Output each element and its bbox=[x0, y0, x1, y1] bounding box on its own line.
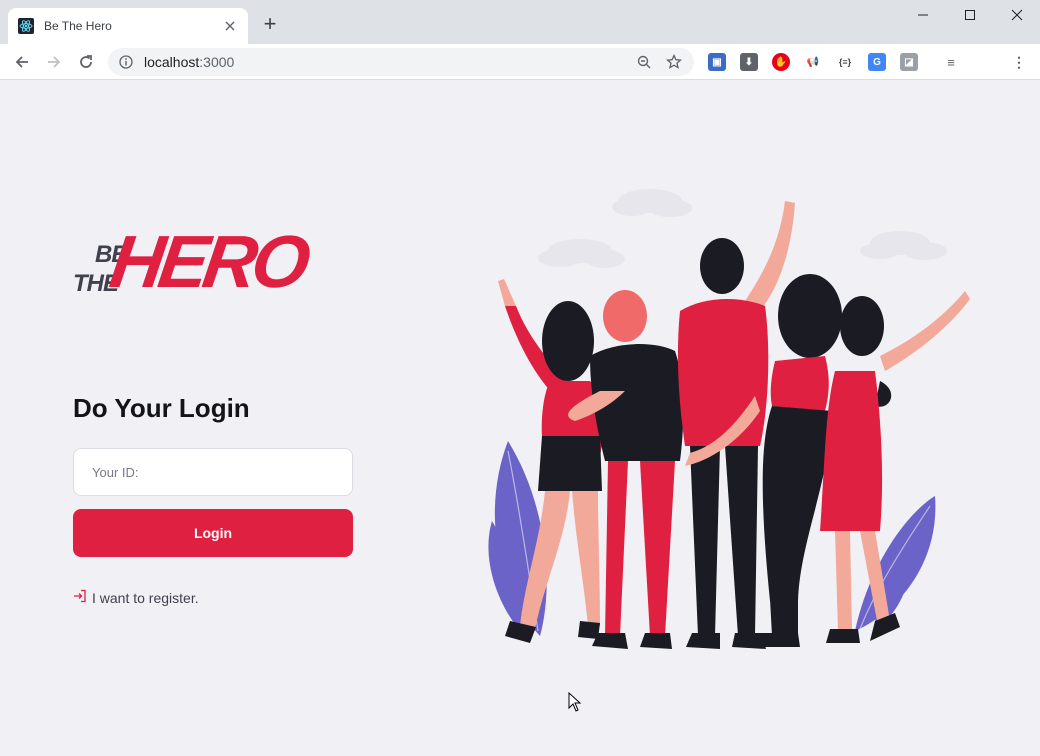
browser-toolbar: localhost:3000 ▣ ⬇ ✋ 📢 {≡} G ◪ ≡ L ⋮ bbox=[0, 44, 1040, 116]
extension-6-icon[interactable]: G bbox=[868, 53, 886, 71]
forward-arrow-icon[interactable] bbox=[42, 50, 66, 74]
react-icon bbox=[18, 18, 34, 34]
close-window-icon[interactable] bbox=[994, 0, 1040, 30]
page-title: Do Your Login bbox=[73, 393, 250, 423]
info-icon[interactable] bbox=[118, 54, 134, 70]
media-playlist-icon[interactable]: ≡ bbox=[942, 53, 960, 71]
extension-2-icon[interactable]: ⬇ bbox=[740, 53, 758, 71]
menu-dots-icon[interactable]: ⋮ bbox=[1010, 53, 1028, 71]
extension-5-icon[interactable]: {≡} bbox=[836, 53, 854, 71]
star-icon[interactable] bbox=[664, 52, 684, 72]
register-link-label: I want to register. bbox=[92, 590, 199, 606]
be-the-hero-logo: BE THE HERO bbox=[73, 220, 311, 315]
friends-hugging-illustration bbox=[488, 189, 970, 649]
url-text: localhost:3000 bbox=[144, 54, 235, 70]
log-in-icon bbox=[74, 589, 86, 603]
zoom-out-icon[interactable] bbox=[634, 52, 654, 72]
mouse-cursor-icon bbox=[568, 692, 582, 712]
extension-7-icon[interactable]: ◪ bbox=[900, 53, 918, 71]
new-tab-button[interactable]: + bbox=[258, 12, 282, 36]
reload-icon[interactable] bbox=[74, 50, 98, 74]
browser-tab[interactable]: Be The Hero bbox=[8, 8, 248, 44]
extension-3-icon[interactable]: ✋ bbox=[772, 53, 790, 71]
login-button[interactable]: Login bbox=[73, 509, 353, 557]
extension-1-icon[interactable]: ▣ bbox=[708, 53, 726, 71]
close-tab-icon[interactable] bbox=[222, 18, 238, 34]
logon-page: BE THE HERO Do Your Login Login I want t… bbox=[0, 81, 1040, 756]
register-link[interactable]: I want to register. bbox=[73, 589, 199, 606]
logo-hero-text: HERO bbox=[105, 220, 311, 303]
id-input[interactable] bbox=[73, 448, 353, 496]
browser-titlebar: Be The Hero + bbox=[0, 0, 1040, 44]
tab-title: Be The Hero bbox=[44, 19, 112, 33]
extension-4-icon[interactable]: 📢 bbox=[804, 53, 822, 71]
back-arrow-icon[interactable] bbox=[10, 50, 34, 74]
minimize-icon[interactable] bbox=[900, 0, 946, 30]
maximize-icon[interactable] bbox=[947, 0, 993, 30]
address-bar[interactable]: localhost:3000 bbox=[108, 48, 694, 76]
